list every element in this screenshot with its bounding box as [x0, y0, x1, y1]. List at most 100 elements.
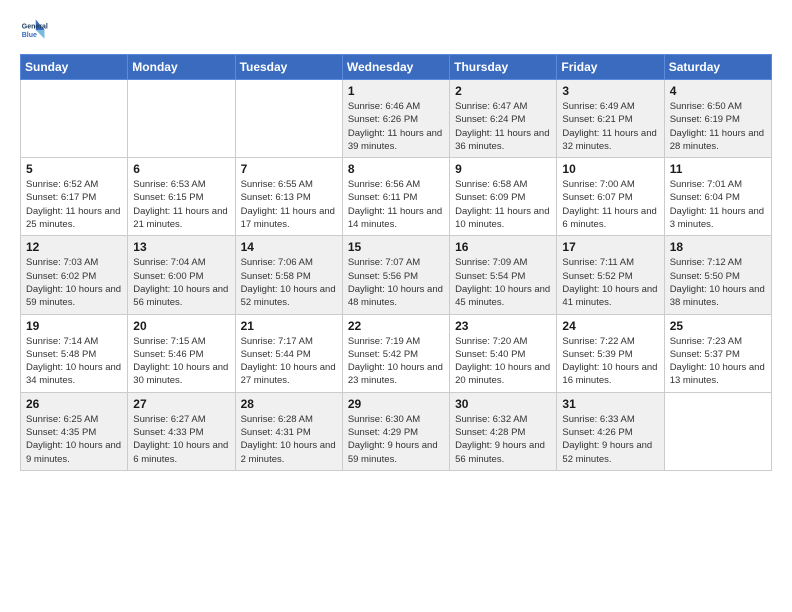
page: General Blue SundayMondayTuesdayWednesda…	[0, 0, 792, 612]
day-number: 26	[26, 397, 122, 411]
day-number: 19	[26, 319, 122, 333]
week-row-1: 1 Sunrise: 6:46 AM Sunset: 6:26 PM Daylig…	[21, 80, 772, 158]
day-info: Sunrise: 6:27 AM Sunset: 4:33 PM Dayligh…	[133, 413, 229, 466]
day-number: 12	[26, 240, 122, 254]
day-number: 5	[26, 162, 122, 176]
day-info: Sunrise: 7:04 AM Sunset: 6:00 PM Dayligh…	[133, 256, 229, 309]
day-number: 29	[348, 397, 444, 411]
day-number: 22	[348, 319, 444, 333]
weekday-header-row: SundayMondayTuesdayWednesdayThursdayFrid…	[21, 55, 772, 80]
day-number: 15	[348, 240, 444, 254]
day-info: Sunrise: 7:23 AM Sunset: 5:37 PM Dayligh…	[670, 335, 766, 388]
day-number: 13	[133, 240, 229, 254]
calendar-table: SundayMondayTuesdayWednesdayThursdayFrid…	[20, 54, 772, 471]
day-info: Sunrise: 7:22 AM Sunset: 5:39 PM Dayligh…	[562, 335, 658, 388]
calendar-cell: 13 Sunrise: 7:04 AM Sunset: 6:00 PM Dayli…	[128, 236, 235, 314]
weekday-header-monday: Monday	[128, 55, 235, 80]
calendar-cell: 28Sunrise: 6:28 AM Sunset: 4:31 PM Dayli…	[235, 392, 342, 470]
day-info: Sunrise: 7:03 AM Sunset: 6:02 PM Dayligh…	[26, 256, 122, 309]
day-info: Sunrise: 6:49 AM Sunset: 6:21 PM Dayligh…	[562, 100, 658, 153]
calendar-cell: 8Sunrise: 6:56 AM Sunset: 6:11 PM Daylig…	[342, 158, 449, 236]
day-info: Sunrise: 6:46 AM Sunset: 6:26 PM Dayligh…	[348, 100, 444, 153]
day-info: Sunrise: 6:30 AM Sunset: 4:29 PM Dayligh…	[348, 413, 444, 466]
calendar-cell: 18 Sunrise: 7:12 AM Sunset: 5:50 PM Dayli…	[664, 236, 771, 314]
day-number: 9	[455, 162, 551, 176]
day-info: Sunrise: 7:00 AM Sunset: 6:07 PM Dayligh…	[562, 178, 658, 231]
calendar-cell: 19 Sunrise: 7:14 AM Sunset: 5:48 PM Dayli…	[21, 314, 128, 392]
day-info: Sunrise: 7:01 AM Sunset: 6:04 PM Dayligh…	[670, 178, 766, 231]
day-number: 4	[670, 84, 766, 98]
day-number: 24	[562, 319, 658, 333]
calendar-cell: 22 Sunrise: 7:19 AM Sunset: 5:42 PM Dayli…	[342, 314, 449, 392]
calendar-cell	[128, 80, 235, 158]
calendar-cell: 30 Sunrise: 6:32 AM Sunset: 4:28 PM Dayli…	[450, 392, 557, 470]
day-number: 3	[562, 84, 658, 98]
calendar-cell	[664, 392, 771, 470]
weekday-header-wednesday: Wednesday	[342, 55, 449, 80]
day-number: 1	[348, 84, 444, 98]
calendar-cell	[21, 80, 128, 158]
svg-text:General: General	[22, 23, 48, 30]
weekday-header-tuesday: Tuesday	[235, 55, 342, 80]
day-info: Sunrise: 7:15 AM Sunset: 5:46 PM Dayligh…	[133, 335, 229, 388]
calendar-cell: 26 Sunrise: 6:25 AM Sunset: 4:35 PM Dayli…	[21, 392, 128, 470]
day-info: Sunrise: 6:55 AM Sunset: 6:13 PM Dayligh…	[241, 178, 337, 231]
calendar-cell: 4 Sunrise: 6:50 AM Sunset: 6:19 PM Daylig…	[664, 80, 771, 158]
calendar-cell: 14Sunrise: 7:06 AM Sunset: 5:58 PM Dayli…	[235, 236, 342, 314]
day-number: 25	[670, 319, 766, 333]
calendar-cell: 5 Sunrise: 6:52 AM Sunset: 6:17 PM Daylig…	[21, 158, 128, 236]
day-number: 31	[562, 397, 658, 411]
calendar-cell: 3 Sunrise: 6:49 AM Sunset: 6:21 PM Daylig…	[557, 80, 664, 158]
calendar-cell: 10 Sunrise: 7:00 AM Sunset: 6:07 PM Dayli…	[557, 158, 664, 236]
day-number: 6	[133, 162, 229, 176]
day-number: 23	[455, 319, 551, 333]
day-info: Sunrise: 7:07 AM Sunset: 5:56 PM Dayligh…	[348, 256, 444, 309]
calendar-cell: 27 Sunrise: 6:27 AM Sunset: 4:33 PM Dayli…	[128, 392, 235, 470]
calendar-cell	[235, 80, 342, 158]
calendar-cell: 24 Sunrise: 7:22 AM Sunset: 5:39 PM Dayli…	[557, 314, 664, 392]
logo-icon: General Blue	[20, 16, 48, 44]
calendar-cell: 25 Sunrise: 7:23 AM Sunset: 5:37 PM Dayli…	[664, 314, 771, 392]
day-info: Sunrise: 6:52 AM Sunset: 6:17 PM Dayligh…	[26, 178, 122, 231]
calendar-cell: 20 Sunrise: 7:15 AM Sunset: 5:46 PM Dayli…	[128, 314, 235, 392]
day-number: 2	[455, 84, 551, 98]
week-row-4: 19 Sunrise: 7:14 AM Sunset: 5:48 PM Dayli…	[21, 314, 772, 392]
calendar-cell: 17Sunrise: 7:11 AM Sunset: 5:52 PM Dayli…	[557, 236, 664, 314]
day-info: Sunrise: 7:12 AM Sunset: 5:50 PM Dayligh…	[670, 256, 766, 309]
calendar-cell: 16Sunrise: 7:09 AM Sunset: 5:54 PM Dayli…	[450, 236, 557, 314]
weekday-header-friday: Friday	[557, 55, 664, 80]
day-number: 28	[241, 397, 337, 411]
day-info: Sunrise: 7:11 AM Sunset: 5:52 PM Dayligh…	[562, 256, 658, 309]
day-number: 21	[241, 319, 337, 333]
day-info: Sunrise: 6:32 AM Sunset: 4:28 PM Dayligh…	[455, 413, 551, 466]
day-info: Sunrise: 6:50 AM Sunset: 6:19 PM Dayligh…	[670, 100, 766, 153]
week-row-5: 26 Sunrise: 6:25 AM Sunset: 4:35 PM Dayli…	[21, 392, 772, 470]
day-number: 18	[670, 240, 766, 254]
day-info: Sunrise: 6:47 AM Sunset: 6:24 PM Dayligh…	[455, 100, 551, 153]
calendar-cell: 2 Sunrise: 6:47 AM Sunset: 6:24 PM Daylig…	[450, 80, 557, 158]
calendar-cell: 7Sunrise: 6:55 AM Sunset: 6:13 PM Daylig…	[235, 158, 342, 236]
calendar-cell: 21Sunrise: 7:17 AM Sunset: 5:44 PM Dayli…	[235, 314, 342, 392]
weekday-header-saturday: Saturday	[664, 55, 771, 80]
day-info: Sunrise: 7:20 AM Sunset: 5:40 PM Dayligh…	[455, 335, 551, 388]
calendar-cell: 29 Sunrise: 6:30 AM Sunset: 4:29 PM Dayli…	[342, 392, 449, 470]
day-number: 10	[562, 162, 658, 176]
weekday-header-thursday: Thursday	[450, 55, 557, 80]
day-info: Sunrise: 7:19 AM Sunset: 5:42 PM Dayligh…	[348, 335, 444, 388]
day-number: 14	[241, 240, 337, 254]
day-number: 27	[133, 397, 229, 411]
calendar-cell: 1 Sunrise: 6:46 AM Sunset: 6:26 PM Daylig…	[342, 80, 449, 158]
calendar-cell: 11Sunrise: 7:01 AM Sunset: 6:04 PM Dayli…	[664, 158, 771, 236]
calendar-cell: 23 Sunrise: 7:20 AM Sunset: 5:40 PM Dayli…	[450, 314, 557, 392]
day-number: 8	[348, 162, 444, 176]
day-number: 30	[455, 397, 551, 411]
calendar-cell: 31Sunrise: 6:33 AM Sunset: 4:26 PM Dayli…	[557, 392, 664, 470]
weekday-header-sunday: Sunday	[21, 55, 128, 80]
day-info: Sunrise: 6:58 AM Sunset: 6:09 PM Dayligh…	[455, 178, 551, 231]
logo: General Blue	[20, 16, 48, 44]
day-info: Sunrise: 7:14 AM Sunset: 5:48 PM Dayligh…	[26, 335, 122, 388]
day-number: 20	[133, 319, 229, 333]
calendar-cell: 15 Sunrise: 7:07 AM Sunset: 5:56 PM Dayli…	[342, 236, 449, 314]
day-info: Sunrise: 6:25 AM Sunset: 4:35 PM Dayligh…	[26, 413, 122, 466]
header: General Blue	[20, 16, 772, 44]
